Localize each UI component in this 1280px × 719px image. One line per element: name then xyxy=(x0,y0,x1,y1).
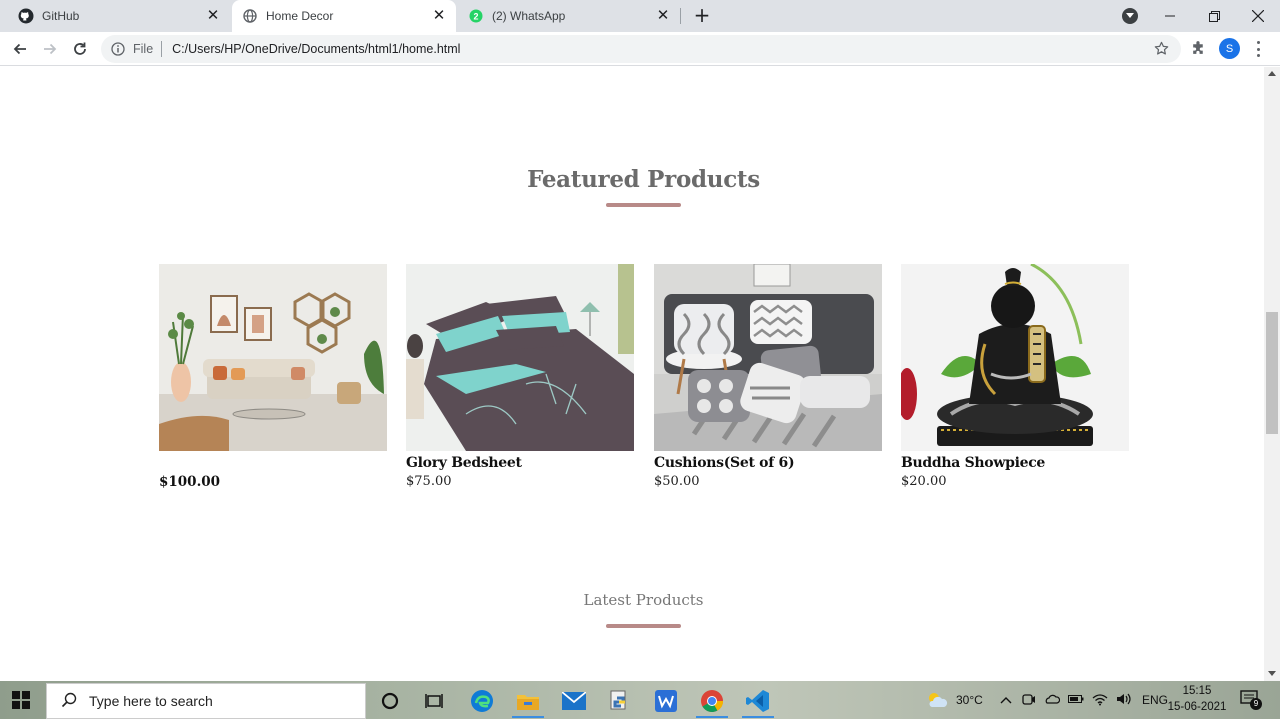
close-window-icon[interactable] xyxy=(1236,0,1280,32)
scroll-down-arrow-icon[interactable] xyxy=(1268,671,1276,676)
notification-icon[interactable]: 9 xyxy=(1240,689,1262,711)
weather-temperature: 30°C xyxy=(956,693,983,707)
tab-strip: GitHub ✕ Home Decor ✕ 2 (2) WhatsApp ✕ + xyxy=(0,0,1280,32)
window-controls xyxy=(1148,0,1280,32)
browser-menu-icon[interactable] xyxy=(1254,40,1262,58)
weather-widget[interactable]: 30°C xyxy=(926,681,983,719)
volume-icon[interactable] xyxy=(1116,692,1132,709)
forward-arrow-icon[interactable] xyxy=(37,36,63,62)
product-card[interactable]: Buddha Showpiece $20.00 xyxy=(901,264,1129,489)
tray-icons: ENG xyxy=(1000,681,1168,719)
cushions-image[interactable] xyxy=(654,264,882,451)
tab-github[interactable]: GitHub ✕ xyxy=(8,0,230,32)
product-price: $50.00 xyxy=(654,474,700,489)
wifi-icon[interactable] xyxy=(1092,692,1108,709)
edge-browser-icon[interactable] xyxy=(462,684,502,718)
product-name[interactable]: Glory Bedsheet xyxy=(406,455,522,471)
search-icon xyxy=(61,692,77,711)
vscode-icon[interactable] xyxy=(738,684,778,718)
profile-avatar[interactable]: S xyxy=(1219,38,1240,59)
whatsapp-icon: 2 xyxy=(468,8,484,24)
bedsheet-image[interactable] xyxy=(406,264,634,451)
heading-underline xyxy=(606,624,681,628)
tab-whatsapp[interactable]: 2 (2) WhatsApp ✕ xyxy=(458,0,680,32)
product-price: $100.00 xyxy=(159,474,221,490)
product-price: $75.00 xyxy=(406,474,452,489)
whiteboard-icon[interactable] xyxy=(646,684,686,718)
task-view-icon[interactable] xyxy=(414,684,454,718)
tab-separator xyxy=(680,8,681,24)
tab-search-icon[interactable] xyxy=(1122,8,1138,24)
scheme-label: File xyxy=(133,42,154,56)
windows-taskbar: Type here to search 30°C ENG 15:15 15-06… xyxy=(0,681,1280,719)
url-text[interactable]: C:/Users/HP/OneDrive/Documents/html1/hom… xyxy=(172,42,460,56)
living-room-image[interactable] xyxy=(159,264,387,451)
tab-title: GitHub xyxy=(42,9,80,23)
heading-underline xyxy=(606,203,681,207)
info-icon[interactable] xyxy=(111,42,125,56)
weather-cloud-icon xyxy=(929,693,948,707)
page-scrollbar[interactable] xyxy=(1264,67,1280,681)
tab-title: (2) WhatsApp xyxy=(492,9,566,23)
close-tab-icon[interactable]: ✕ xyxy=(432,8,446,23)
notification-center[interactable]: 9 xyxy=(1240,681,1262,719)
python-icon[interactable] xyxy=(600,684,640,718)
github-icon xyxy=(18,8,34,24)
cortana-icon[interactable] xyxy=(370,684,410,718)
tab-home-decor[interactable]: Home Decor ✕ xyxy=(232,0,456,32)
featured-products-heading: Featured Products xyxy=(527,166,760,193)
extensions-puzzle-icon[interactable] xyxy=(1190,40,1207,61)
onedrive-cloud-icon[interactable] xyxy=(1044,693,1061,708)
restore-icon[interactable] xyxy=(1192,0,1236,32)
product-card[interactable]: Cushions(Set of 6) $50.00 xyxy=(654,264,882,489)
chevron-up-icon[interactable] xyxy=(1000,693,1012,707)
new-tab-button[interactable]: + xyxy=(690,4,714,28)
browser-toolbar: File C:/Users/HP/OneDrive/Documents/html… xyxy=(0,32,1280,66)
product-name[interactable]: Buddha Showpiece xyxy=(901,455,1045,471)
tab-title: Home Decor xyxy=(266,9,334,23)
close-tab-icon[interactable]: ✕ xyxy=(206,8,220,23)
latest-products-heading: Latest Products xyxy=(583,591,704,609)
file-explorer-icon[interactable] xyxy=(508,684,548,718)
minimize-icon[interactable] xyxy=(1148,0,1192,32)
svg-text:2: 2 xyxy=(473,11,478,21)
taskbar-clock[interactable]: 15:15 15-06-2021 xyxy=(1162,683,1232,715)
clock-time: 15:15 xyxy=(1182,685,1212,697)
battery-icon[interactable] xyxy=(1068,693,1084,707)
page-viewport: Featured Products $100.00 Glory Bedsheet… xyxy=(0,67,1264,681)
address-bar[interactable]: File C:/Users/HP/OneDrive/Documents/html… xyxy=(101,35,1181,63)
windows-start-icon[interactable] xyxy=(12,691,30,709)
bookmark-star-icon[interactable] xyxy=(1154,41,1169,59)
scrollbar-thumb[interactable] xyxy=(1266,312,1278,434)
address-separator xyxy=(161,41,163,57)
taskbar-search-box[interactable]: Type here to search xyxy=(46,683,366,719)
notification-count-badge: 9 xyxy=(1250,697,1262,710)
product-price: $20.00 xyxy=(901,474,947,489)
chrome-icon[interactable] xyxy=(692,684,732,718)
back-arrow-icon[interactable] xyxy=(7,36,33,62)
meet-now-icon[interactable] xyxy=(1022,692,1036,709)
close-tab-icon[interactable]: ✕ xyxy=(656,8,670,23)
clock-date: 15-06-2021 xyxy=(1167,701,1227,713)
mail-icon[interactable] xyxy=(554,684,594,718)
product-card[interactable]: Glory Bedsheet $75.00 xyxy=(406,264,634,489)
globe-icon xyxy=(242,8,258,24)
buddha-image[interactable] xyxy=(901,264,1129,451)
reload-icon[interactable] xyxy=(67,36,93,62)
product-name[interactable]: Cushions(Set of 6) xyxy=(654,455,795,471)
scroll-up-arrow-icon[interactable] xyxy=(1268,71,1276,76)
product-card[interactable]: $100.00 xyxy=(159,264,387,490)
taskbar-search-placeholder: Type here to search xyxy=(89,693,213,709)
